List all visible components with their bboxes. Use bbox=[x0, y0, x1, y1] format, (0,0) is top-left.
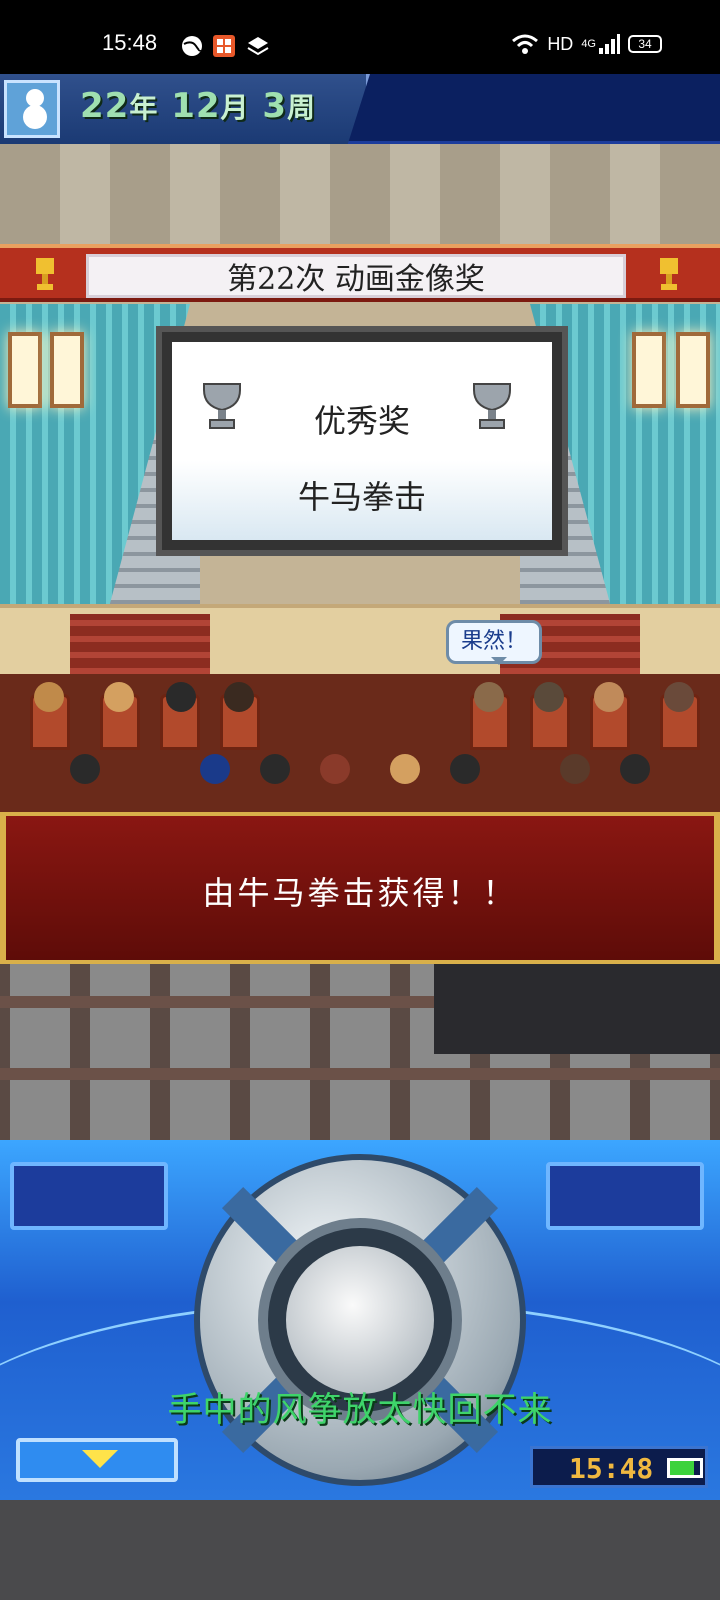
rooftop-equipment bbox=[434, 964, 720, 1054]
battery-icon bbox=[667, 1458, 703, 1478]
trophy-icon bbox=[660, 258, 678, 290]
down-arrow-icon bbox=[82, 1450, 118, 1468]
game-date: 22年 12月 3周 bbox=[80, 86, 317, 126]
dial-center-button[interactable] bbox=[286, 1246, 434, 1394]
award-screen: 优秀奖 牛马拳击 bbox=[156, 326, 568, 556]
wifi-icon bbox=[512, 34, 539, 54]
speech-bubble: 果然！ bbox=[446, 620, 542, 665]
status-right: HD 4G 34 bbox=[511, 33, 662, 55]
silver-cup-icon bbox=[473, 383, 511, 429]
battery-icon: 34 bbox=[628, 35, 662, 53]
signal-label: 4G bbox=[581, 38, 596, 50]
lantern-icon bbox=[676, 332, 710, 408]
lyric-overlay: 手中的风筝放太快回不来 bbox=[167, 1390, 553, 1430]
network-label: HD bbox=[547, 33, 574, 54]
status-time: 15:48 bbox=[102, 30, 158, 55]
date-bar: 22年 12月 3周 bbox=[0, 74, 720, 144]
game-screen: 15:48 HD 4G 34 22年 12月 3周 第22次 动画金像奖 优秀奖… bbox=[0, 0, 720, 1600]
date-panel[interactable]: 22年 12月 3周 bbox=[0, 74, 370, 144]
status-bar: 15:48 HD 4G 34 bbox=[0, 0, 720, 74]
dial-control[interactable] bbox=[194, 1154, 526, 1486]
globe-icon bbox=[182, 36, 202, 56]
layers-icon bbox=[247, 37, 269, 56]
left-soft-button[interactable] bbox=[10, 1162, 168, 1230]
snowman-icon bbox=[4, 80, 60, 138]
lantern-icon bbox=[50, 332, 84, 408]
clock-time: 15:48 bbox=[569, 1452, 654, 1485]
message-text: 由牛马拳击获得！！ bbox=[202, 874, 518, 912]
signal-icon bbox=[599, 34, 620, 54]
lantern-icon bbox=[8, 332, 42, 408]
lantern-icon bbox=[632, 332, 666, 408]
right-soft-button[interactable] bbox=[546, 1162, 704, 1230]
studio-building bbox=[0, 964, 720, 1140]
audience bbox=[0, 674, 720, 812]
award-work-title: 牛马拳击 bbox=[297, 478, 426, 516]
message-box[interactable]: 由牛马拳击获得！！ bbox=[0, 812, 720, 964]
back-wall bbox=[0, 144, 720, 254]
navigation-area bbox=[0, 1500, 720, 1600]
trophy-icon bbox=[36, 258, 54, 290]
menu-down-button[interactable] bbox=[16, 1438, 178, 1482]
control-panel: 手中的风筝放太快回不来 15:48 bbox=[0, 1140, 720, 1500]
game-clock: 15:48 bbox=[530, 1446, 708, 1488]
event-banner: 第22次 动画金像奖 bbox=[0, 244, 720, 302]
event-title: 第22次 动画金像奖 bbox=[86, 254, 626, 298]
app-icon bbox=[213, 35, 235, 57]
